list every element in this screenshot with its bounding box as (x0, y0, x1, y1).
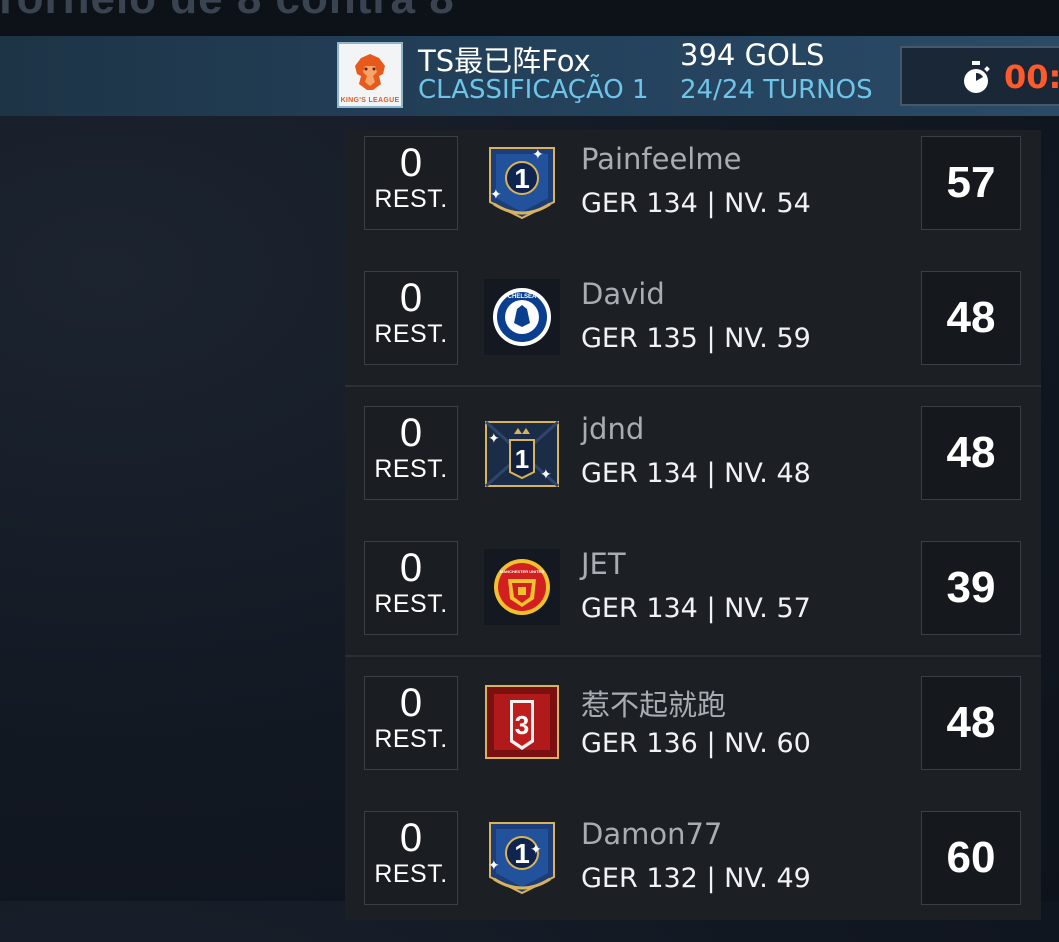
rest-label: REST. (374, 320, 448, 348)
player-username: David (581, 277, 665, 311)
player-score: 60 (946, 833, 996, 882)
blue-rank-1-icon: 1 ✦ ✦ (484, 144, 560, 220)
rest-counter: 0 REST. (364, 811, 458, 905)
timer-value: 00: (1004, 58, 1059, 96)
score-box: 60 (921, 811, 1021, 905)
player-stats: GER 135 | NV. 59 (581, 323, 811, 354)
player-stats: GER 134 | NV. 54 (581, 188, 811, 219)
player-username: 惹不起就跑 (581, 688, 727, 722)
list-item[interactable]: 0 REST. 1 ✦ ✦ Painfeelme GER 134 | NV. 5… (345, 132, 1041, 267)
logo-caption: KING'S LEAGUE (340, 97, 400, 104)
turns-counter: 24/24 TURNOS (680, 75, 873, 105)
player-stats: GER 134 | NV. 48 (581, 458, 811, 489)
lion-icon (355, 54, 385, 90)
rest-count: 0 (399, 276, 423, 320)
rest-count: 0 (399, 411, 423, 455)
score-box: 48 (921, 676, 1021, 770)
rest-label: REST. (374, 455, 448, 483)
crest-text: CHELSEA (508, 294, 537, 300)
rest-count: 0 (399, 546, 423, 590)
player-score: 48 (946, 428, 996, 477)
badge-number: 3 (515, 710, 529, 740)
rest-counter: 0 REST. (364, 541, 458, 635)
goals-total: 394 GOLS (680, 38, 825, 72)
crest-text: MANCHESTER UNITED (500, 569, 544, 574)
score-box: 39 (921, 541, 1021, 635)
badge-number: 1 (515, 444, 529, 474)
manchester-united-crest-icon: MANCHESTER UNITED (484, 549, 560, 625)
score-box: 48 (921, 271, 1021, 365)
club-logo: KING'S LEAGUE (337, 42, 403, 108)
rest-label: REST. (374, 725, 448, 753)
list-item[interactable]: 0 REST. MANCHESTER UNITED JET GER 134 | … (345, 537, 1041, 672)
blue-rank-1-icon: 1 ✦ ✦ (484, 819, 560, 895)
red-rank-3-icon: 3 (484, 684, 560, 760)
list-item[interactable]: 0 REST. 3 惹不起就跑 GER 136 | NV. 60 48 (345, 672, 1041, 807)
badge-number: 1 (514, 838, 530, 869)
list-item[interactable]: 0 REST. CHELSEA David GER 135 | NV. 59 4… (345, 267, 1041, 402)
list-item[interactable]: 0 REST. 1 ✦ ✦ jdnd GER 134 | NV. 48 48 (345, 402, 1041, 537)
rest-count: 0 (399, 681, 423, 725)
rest-label: REST. (374, 590, 448, 618)
player-username: Damon77 (581, 817, 723, 851)
chelsea-crest-icon: CHELSEA (484, 279, 560, 355)
rest-counter: 0 REST. (364, 136, 458, 230)
rest-count: 0 (399, 141, 423, 185)
rest-label: REST. (374, 185, 448, 213)
player-score: 48 (946, 698, 996, 747)
page-title: Torneio de 8 contra 8 (0, 0, 455, 24)
match-timer: 00: (900, 46, 1059, 106)
rest-label: REST. (374, 860, 448, 888)
player-stats: GER 136 | NV. 60 (581, 728, 811, 759)
player-score: 57 (946, 158, 996, 207)
score-box: 48 (921, 406, 1021, 500)
rest-counter: 0 REST. (364, 271, 458, 365)
rest-counter: 0 REST. (364, 406, 458, 500)
gold-rank-1-icon: 1 ✦ ✦ (484, 414, 560, 490)
rest-count: 0 (399, 816, 423, 860)
player-score: 39 (946, 563, 996, 612)
player-username: Painfeelme (581, 142, 742, 176)
score-box: 57 (921, 136, 1021, 230)
badge-number: 1 (514, 163, 530, 194)
player-stats: GER 132 | NV. 49 (581, 863, 811, 894)
rest-counter: 0 REST. (364, 676, 458, 770)
player-username: jdnd (581, 412, 645, 446)
stopwatch-icon (964, 61, 990, 93)
player-username: JET (581, 547, 626, 581)
player-score: 48 (946, 293, 996, 342)
player-stats: GER 134 | NV. 57 (581, 593, 811, 624)
ranking-label: CLASSIFICAÇÃO 1 (418, 75, 649, 105)
list-item[interactable]: 0 REST. 1 ✦ ✦ Damon77 GER 132 | NV. 49 6… (345, 807, 1041, 942)
player-name: TS最已阵Fox (418, 44, 591, 78)
top-title-strip: Torneio de 8 contra 8 (0, 0, 1059, 36)
